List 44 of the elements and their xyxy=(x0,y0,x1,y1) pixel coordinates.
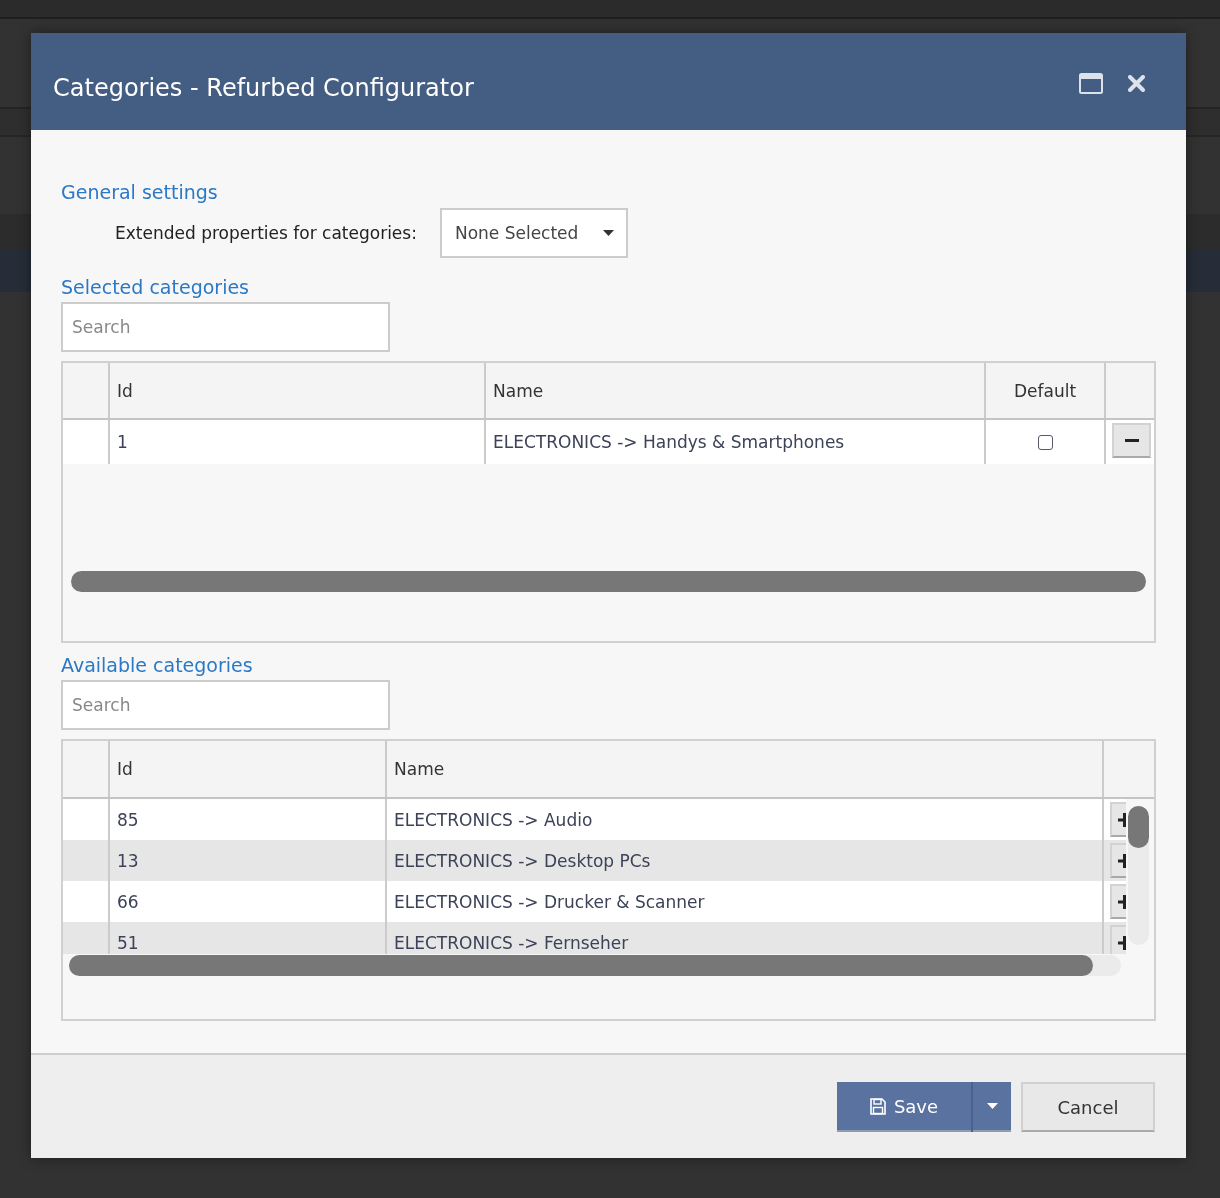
remove-button[interactable] xyxy=(1112,423,1151,458)
search-field[interactable]: Search xyxy=(61,302,390,352)
column-header: Name xyxy=(394,759,445,779)
add-button[interactable] xyxy=(1110,884,1126,919)
field-label: Extended properties for categories: xyxy=(115,223,417,243)
checkbox[interactable] xyxy=(1037,434,1053,450)
table-cell: ELECTRONICS -> Handys & Smartphones xyxy=(493,432,845,452)
plus-icon xyxy=(1118,812,1126,827)
scrollbar-track[interactable] xyxy=(1128,806,1149,945)
table-cell: ELECTRONICS -> Audio xyxy=(394,809,593,830)
plus-icon xyxy=(1118,935,1126,950)
table-cell: 85 xyxy=(117,809,139,830)
plus-icon xyxy=(1118,894,1126,909)
close-icon[interactable] xyxy=(1128,75,1145,92)
table-cell: ELECTRONICS -> Desktop PCs xyxy=(394,850,651,871)
add-button[interactable] xyxy=(1110,925,1126,954)
caret-icon xyxy=(602,230,614,236)
column-header: Id xyxy=(117,759,133,779)
plus-icon xyxy=(1118,853,1126,868)
scrollbar-thumb[interactable] xyxy=(71,571,1146,592)
minus-icon xyxy=(1124,439,1139,442)
section-heading: Available categories xyxy=(61,653,253,677)
table-cell: 13 xyxy=(117,850,139,871)
dropdown[interactable]: None Selected xyxy=(439,208,628,258)
scrollbar-thumb[interactable] xyxy=(1128,806,1149,848)
table-cell: ELECTRONICS -> Drucker & Scanner xyxy=(394,891,705,912)
save-button[interactable]: Save xyxy=(837,1082,971,1132)
add-button[interactable] xyxy=(1110,802,1126,837)
column-header: Name xyxy=(493,380,544,401)
caret-icon xyxy=(986,1103,998,1109)
add-button[interactable] xyxy=(1110,843,1126,878)
dropdown-toggle[interactable] xyxy=(973,1082,1011,1132)
section-heading: General settings xyxy=(61,180,218,204)
window-title: Categories - Refurbed Configurator xyxy=(53,73,474,102)
search-field[interactable]: Search xyxy=(61,680,390,730)
column-header: Default xyxy=(1013,380,1077,401)
table-cell: 51 xyxy=(117,932,139,953)
section-heading: Selected categories xyxy=(61,275,249,299)
column-header: Id xyxy=(117,380,133,401)
table-cell: 1 xyxy=(117,432,128,452)
table-cell: ELECTRONICS -> Fernseher xyxy=(394,932,629,953)
maximize-icon[interactable] xyxy=(1079,73,1103,94)
table-cell: 66 xyxy=(117,891,139,912)
cancel-button[interactable]: Cancel xyxy=(1021,1082,1155,1132)
